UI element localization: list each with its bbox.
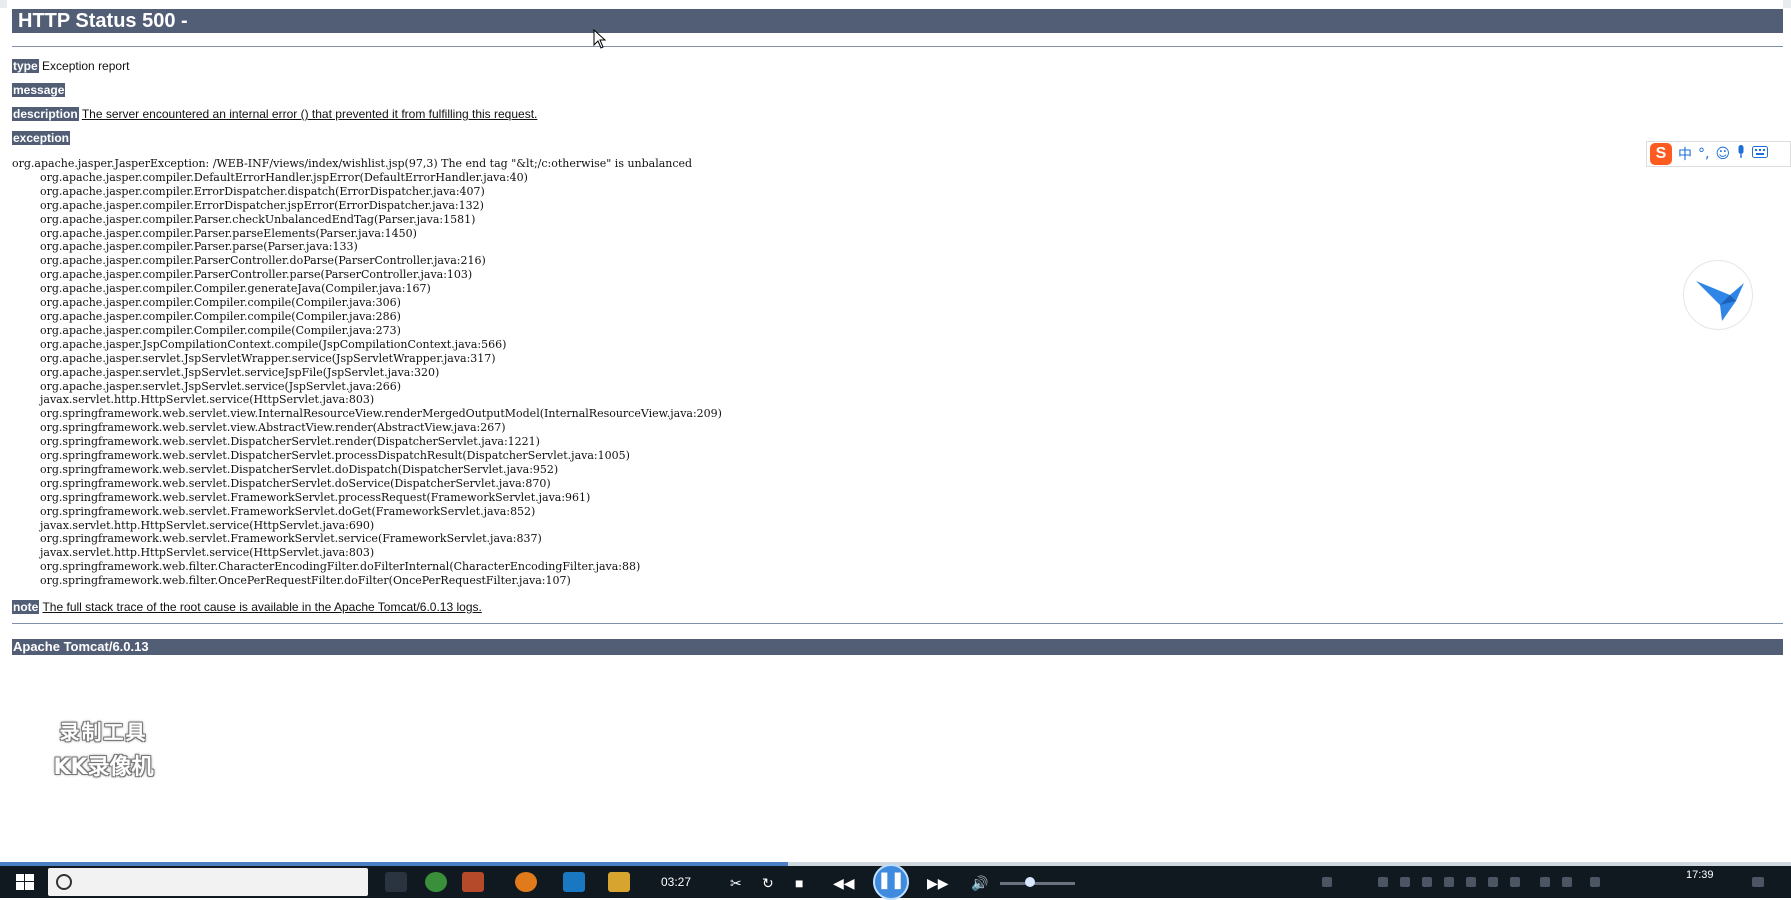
- tray-icon[interactable]: [1488, 877, 1498, 887]
- tray-icon[interactable]: [1466, 877, 1476, 887]
- stack-trace: org.apache.jasper.JasperException: /WEB-…: [12, 157, 722, 588]
- type-label: type: [12, 59, 39, 73]
- taskbar: 03:27 ✂ ↻ ■ ◀◀ ❚❚ ▶▶ 🔊 17:39: [0, 864, 1791, 900]
- mic-icon[interactable]: [1736, 145, 1746, 163]
- ime-punctuation-toggle[interactable]: °,: [1698, 146, 1709, 162]
- player-time: 03:27: [661, 875, 692, 889]
- volume-icon[interactable]: 🔊: [971, 875, 988, 892]
- rewind-icon[interactable]: ◀◀: [833, 875, 855, 892]
- stop-icon[interactable]: ■: [795, 875, 803, 891]
- exception-label: exception: [12, 131, 71, 145]
- fast-forward-icon[interactable]: ▶▶: [927, 875, 949, 892]
- folder-icon[interactable]: [608, 872, 630, 892]
- search-icon: [56, 874, 72, 890]
- description-row: description The server encountered an in…: [12, 107, 537, 121]
- tray-icon[interactable]: [1422, 877, 1432, 887]
- taskbar-clock[interactable]: 17:39: [1686, 869, 1714, 881]
- tray-icon[interactable]: [1378, 877, 1388, 887]
- crop-icon[interactable]: ✂: [730, 875, 742, 892]
- keyboard-icon[interactable]: [1752, 146, 1769, 162]
- notification-icon[interactable]: [1752, 877, 1764, 887]
- message-label: message: [12, 83, 66, 97]
- tray-icon[interactable]: [1444, 877, 1454, 887]
- watermark-line1: 录制工具: [59, 720, 148, 744]
- ime-toolbar[interactable]: S 中 °, ☺: [1646, 141, 1791, 167]
- volume-slider[interactable]: [1000, 882, 1075, 885]
- note-row: note The full stack trace of the root ca…: [12, 600, 482, 614]
- note-label: note: [12, 600, 40, 614]
- error-page: HTTP Status 500 - type Exception report …: [7, 0, 1783, 865]
- bird-icon[interactable]: [1683, 260, 1753, 330]
- emoji-icon[interactable]: ☺: [1715, 146, 1730, 162]
- type-value: Exception report: [42, 59, 130, 73]
- server-footer: Apache Tomcat/6.0.13: [12, 639, 1783, 655]
- tray-icon[interactable]: [1510, 877, 1520, 887]
- divider: [12, 623, 1783, 624]
- recorder-watermark: 录制工具 KK录像机: [36, 716, 171, 780]
- tray-icon[interactable]: [1400, 877, 1410, 887]
- watermark-line2: KK录像机: [53, 755, 154, 780]
- message-row: message: [12, 83, 66, 97]
- app-icon[interactable]: [563, 872, 585, 892]
- volume-knob[interactable]: [1025, 877, 1035, 887]
- repeat-icon[interactable]: ↻: [762, 875, 774, 892]
- mouse-cursor-icon: [593, 28, 607, 49]
- exception-row: exception: [12, 131, 71, 145]
- app-icon[interactable]: [425, 872, 447, 892]
- windows-start-icon[interactable]: [16, 874, 34, 890]
- pause-button[interactable]: ❚❚: [873, 864, 909, 900]
- tray-icon[interactable]: [1562, 877, 1572, 887]
- description-label: description: [12, 107, 79, 121]
- app-icon[interactable]: [515, 872, 537, 892]
- divider: [12, 46, 1783, 47]
- app-icon[interactable]: [462, 872, 484, 892]
- ime-chinese-toggle[interactable]: 中: [1678, 144, 1692, 164]
- tray-icon[interactable]: [1540, 877, 1550, 887]
- task-view-icon[interactable]: [385, 872, 407, 892]
- sogou-logo-icon[interactable]: S: [1650, 143, 1672, 165]
- tray-icon[interactable]: [1322, 877, 1332, 887]
- note-value: The full stack trace of the root cause i…: [42, 600, 482, 614]
- type-row: type Exception report: [12, 59, 129, 73]
- description-value: The server encountered an internal error…: [81, 107, 538, 121]
- tray-icon[interactable]: [1590, 877, 1600, 887]
- taskbar-search[interactable]: [48, 868, 368, 896]
- page-title: HTTP Status 500 -: [12, 9, 1783, 33]
